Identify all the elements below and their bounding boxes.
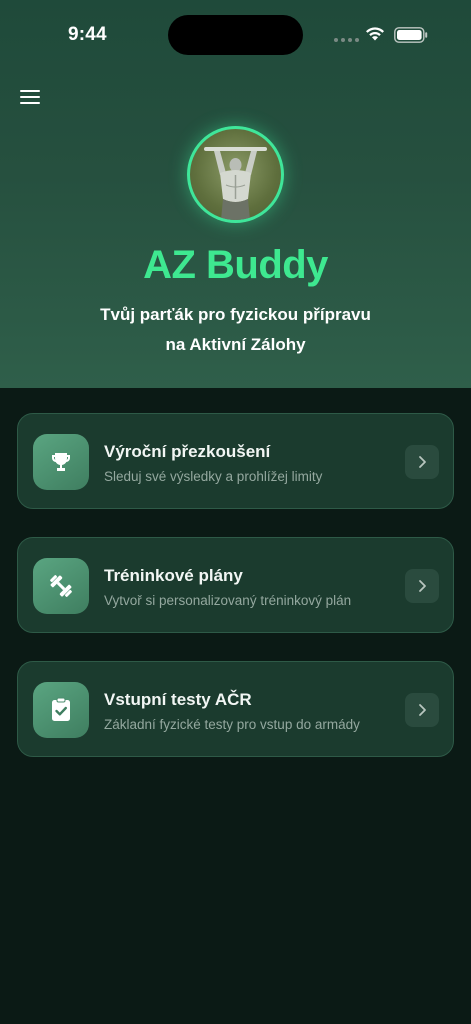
pullup-athlete-icon: [204, 147, 267, 220]
card-icon-tile: [33, 682, 89, 738]
app-logo-avatar: [187, 126, 284, 223]
card-title: Vstupní testy AČR: [104, 690, 252, 709]
battery-icon: [394, 27, 428, 43]
card-icon-tile: [33, 558, 89, 614]
chevron-right-icon[interactable]: [405, 693, 439, 727]
card-title: Výroční přezkoušení: [104, 442, 271, 461]
card-annual-exam[interactable]: Výroční přezkoušení Sleduj své výsledky …: [17, 413, 454, 509]
wifi-icon: [366, 27, 384, 41]
app-tagline-line-2: na Aktivní Zálohy: [165, 335, 306, 354]
card-subtitle: Základní fyzické testy pro vstup do armá…: [104, 717, 360, 732]
card-training-plans[interactable]: Tréninkové plány Vytvoř si personalizova…: [17, 537, 454, 633]
dynamic-island: [168, 15, 303, 55]
card-icon-tile: [33, 434, 89, 490]
dumbbell-icon: [50, 575, 72, 597]
chevron-right-icon[interactable]: [405, 445, 439, 479]
status-time: 9:44: [68, 24, 107, 45]
app-title: AZ Buddy: [143, 243, 328, 287]
trophy-icon: [51, 453, 71, 471]
card-entry-tests[interactable]: Vstupní testy AČR Základní fyzické testy…: [17, 661, 454, 757]
home-screen: 9:44 AZ Buddy Tvůj parťák pro fyzickou p…: [0, 0, 471, 1024]
cellular-signal-icon: [334, 38, 359, 42]
chevron-right-icon[interactable]: [405, 569, 439, 603]
clipboard-check-icon: [52, 697, 70, 721]
header-section: 9:44 AZ Buddy Tvůj parťák pro fyzickou p…: [0, 0, 471, 388]
card-title: Tréninkové plány: [104, 566, 243, 585]
card-subtitle: Sleduj své výsledky a prohlížej limity: [104, 469, 323, 484]
hamburger-menu-button[interactable]: [18, 86, 44, 108]
app-tagline-line-1: Tvůj parťák pro fyzickou přípravu: [100, 305, 371, 324]
card-subtitle: Vytvoř si personalizovaný tréninkový plá…: [104, 593, 352, 608]
